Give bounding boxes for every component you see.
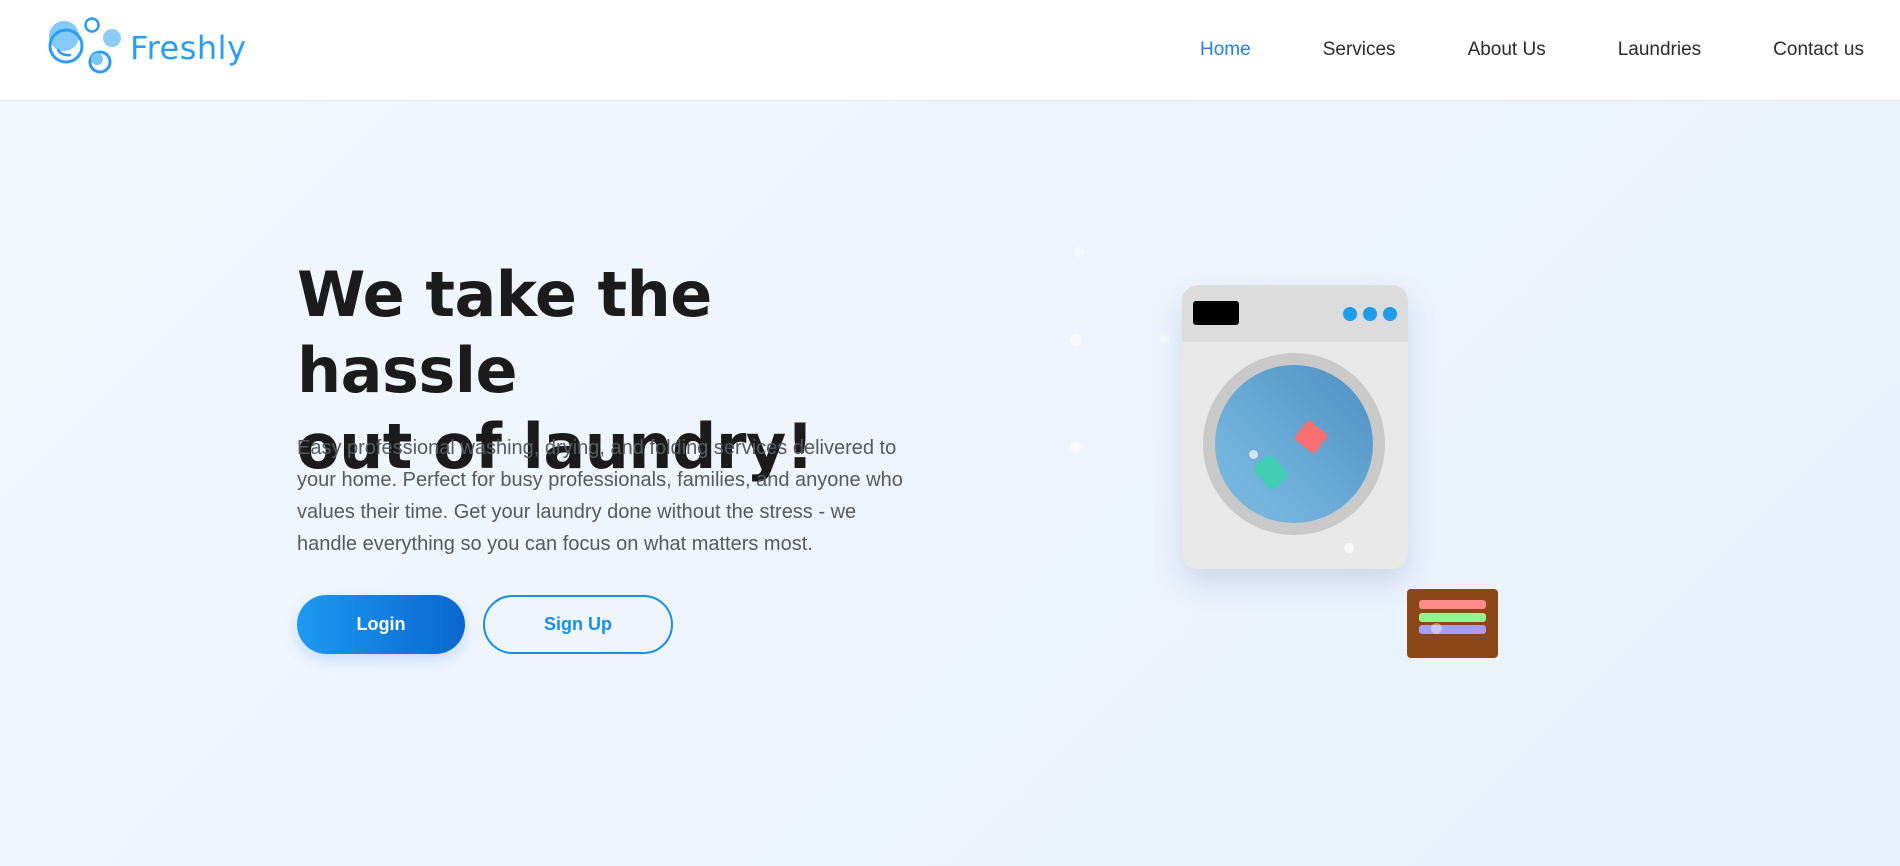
washing-machine-icon xyxy=(1182,285,1408,569)
washer-door-glass xyxy=(1215,365,1373,523)
cloth-icon xyxy=(1252,452,1290,492)
basket-stripe xyxy=(1419,600,1486,609)
cloth-icon xyxy=(1293,419,1329,455)
login-button[interactable]: Login xyxy=(297,595,465,654)
bubble-decoration xyxy=(1160,334,1170,344)
washer-display xyxy=(1193,301,1239,325)
nav-contact-us[interactable]: Contact us xyxy=(1773,39,1864,61)
bubble-decoration xyxy=(1070,334,1082,346)
bubbles-icon xyxy=(44,16,128,76)
basket-stripe xyxy=(1419,613,1486,622)
hero-illustration xyxy=(1040,160,1560,680)
washer-button-dot xyxy=(1363,307,1377,321)
laundry-basket-icon xyxy=(1407,589,1498,658)
nav-services[interactable]: Services xyxy=(1323,39,1396,61)
bubble-decoration xyxy=(1070,442,1081,453)
bubble-decoration xyxy=(1431,623,1442,634)
signup-button[interactable]: Sign Up xyxy=(483,595,673,654)
basket-stripe xyxy=(1419,625,1486,634)
main-nav: Home Services About Us Laundries Contact… xyxy=(1128,0,1864,100)
brand-name: Freshly xyxy=(130,29,247,67)
bubble-decoration xyxy=(1249,450,1258,459)
washer-control-panel xyxy=(1182,285,1408,342)
hero-description: Easy professional washing, drying, and f… xyxy=(297,437,903,555)
brand-logo[interactable]: Freshly xyxy=(44,16,254,76)
nav-home[interactable]: Home xyxy=(1200,39,1251,61)
hero-title-line-1: We take the hassle xyxy=(297,258,712,407)
bubble-decoration xyxy=(1074,247,1084,257)
bubble-decoration xyxy=(1344,543,1354,553)
washer-button-dot xyxy=(1383,307,1397,321)
nav-laundries[interactable]: Laundries xyxy=(1618,39,1701,61)
site-header: Freshly Home Services About Us Laundries… xyxy=(0,0,1900,101)
washer-door xyxy=(1203,353,1385,535)
nav-about-us[interactable]: About Us xyxy=(1468,39,1546,61)
washer-button-dot xyxy=(1343,307,1357,321)
